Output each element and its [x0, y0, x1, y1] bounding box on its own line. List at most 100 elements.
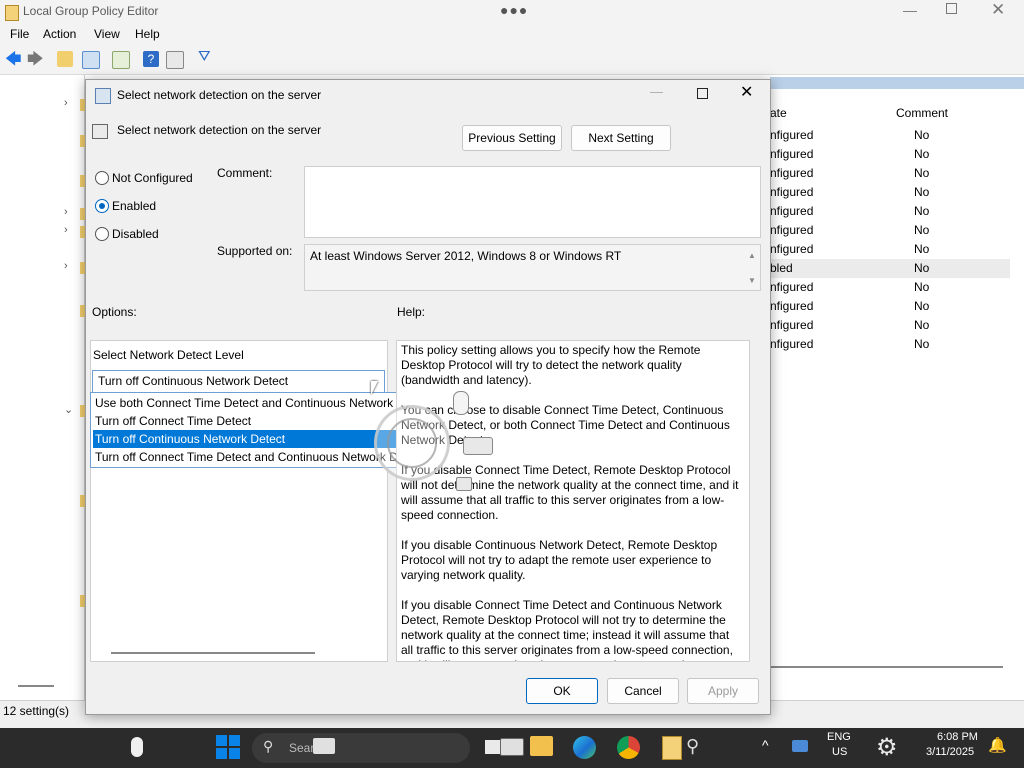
cancel-button[interactable]: Cancel — [607, 678, 679, 704]
table-row[interactable]: bled No — [770, 259, 1010, 278]
dialog-close-button[interactable]: ✕ — [740, 82, 753, 102]
table-row[interactable]: nfigured No — [770, 278, 1010, 297]
file-explorer-icon[interactable] — [530, 736, 553, 756]
table-row[interactable]: nfigured No — [770, 221, 1010, 240]
scroll-up-icon[interactable]: ▲ — [748, 251, 758, 260]
detect-level-label: Select Network Detect Level — [93, 348, 244, 362]
start-button[interactable] — [216, 735, 240, 759]
toolbar: 🡄 🡆 ? ⛛ — [0, 44, 1024, 75]
tree-pane: › › › › ⌄ — [0, 75, 86, 700]
table-row[interactable]: nfigured No — [770, 316, 1010, 335]
row-state: nfigured — [770, 337, 814, 351]
radio-disabled[interactable] — [95, 227, 109, 241]
tree-expand-icon[interactable]: › — [64, 97, 68, 109]
app-title: Local Group Policy Editor — [23, 4, 159, 18]
clock-date[interactable]: 3/11/2025 — [926, 746, 974, 758]
apply-button[interactable]: Apply — [687, 678, 759, 704]
dialog-title: Select network detection on the server — [117, 88, 322, 102]
help-icon[interactable]: ? — [143, 51, 159, 67]
minimize-button[interactable]: — — [903, 2, 917, 18]
more-icon[interactable]: ●●● — [500, 2, 528, 18]
supported-label: Supported on: — [217, 244, 293, 258]
up-folder-icon[interactable] — [57, 51, 73, 67]
edge-icon[interactable] — [573, 736, 596, 759]
dialog-minimize-button[interactable]: — — [650, 84, 663, 99]
scroll-down-icon[interactable]: ▼ — [748, 276, 758, 285]
column-header-comment[interactable]: Comment — [896, 106, 948, 120]
export-icon[interactable] — [112, 51, 130, 69]
notification-bell-icon[interactable]: 🔔 — [988, 736, 1007, 754]
show-tree-icon[interactable] — [82, 51, 100, 69]
policy-dialog: Select network detection on the server —… — [85, 79, 771, 715]
task-view-overlay-icon — [500, 738, 524, 756]
mouse-icon — [453, 391, 469, 415]
next-setting-button[interactable]: Next Setting — [571, 125, 671, 151]
table-row[interactable]: nfigured No — [770, 240, 1010, 259]
detect-level-dropdown[interactable]: Turn off Continuous Network Detect — [92, 370, 385, 394]
tree-expand-icon[interactable]: › — [64, 206, 68, 218]
row-comment: No — [914, 185, 930, 199]
language-region[interactable]: US — [832, 746, 847, 758]
menu-view[interactable]: View — [94, 27, 120, 41]
keyboard-icon — [463, 437, 493, 455]
help-paragraph: If you disable Connect Time Detect, Remo… — [401, 463, 739, 522]
row-comment: No — [914, 318, 930, 332]
properties-icon[interactable] — [166, 51, 184, 69]
table-row[interactable]: nfigured No — [770, 297, 1010, 316]
table-row[interactable]: nfigured No — [770, 145, 1010, 164]
menu-help[interactable]: Help — [135, 27, 160, 41]
chrome-icon[interactable] — [617, 736, 640, 759]
tree-expand-icon[interactable]: › — [64, 224, 68, 236]
list-hscrollbar[interactable] — [770, 666, 1003, 668]
row-state: nfigured — [770, 242, 814, 256]
comment-label: Comment: — [217, 166, 273, 180]
comment-field[interactable] — [304, 166, 761, 238]
settings-gear-icon[interactable]: ⚙ — [876, 733, 898, 762]
table-row[interactable]: nfigured No — [770, 335, 1010, 354]
tree-collapse-icon[interactable]: ⌄ — [64, 403, 73, 416]
clock-time[interactable]: 6:08 PM — [937, 731, 978, 743]
radio-not-configured-label[interactable]: Not Configured — [112, 171, 193, 185]
close-button[interactable]: ✕ — [991, 0, 1005, 20]
previous-setting-button[interactable]: Previous Setting — [462, 125, 562, 151]
table-row[interactable]: nfigured No — [770, 126, 1010, 145]
options-label: Options: — [92, 305, 137, 319]
maximize-button[interactable] — [946, 3, 957, 14]
row-state: nfigured — [770, 128, 814, 142]
help-panel: This policy setting allows you to specif… — [396, 340, 750, 662]
title-bar: Local Group Policy Editor ●●● — ✕ — [0, 0, 1024, 24]
taskbar: ⚲ Search ⚲ ^ ENG US ⚙ 6:08 PM 3/11/2025 … — [0, 728, 1024, 768]
radio-enabled-label[interactable]: Enabled — [112, 199, 156, 213]
menu-file[interactable]: File — [10, 27, 29, 41]
forward-arrow-icon[interactable]: 🡆 — [27, 48, 44, 68]
column-header-state[interactable]: ate — [770, 106, 787, 120]
language-code[interactable]: ENG — [827, 731, 851, 743]
radio-disabled-label[interactable]: Disabled — [112, 227, 159, 241]
help-label: Help: — [397, 305, 426, 319]
dialog-maximize-button[interactable] — [697, 88, 708, 99]
touch-mouse-icon[interactable] — [131, 737, 143, 757]
table-row[interactable]: nfigured No — [770, 164, 1010, 183]
row-state: nfigured — [770, 318, 814, 332]
back-arrow-icon[interactable]: 🡄 — [5, 48, 22, 68]
row-comment: No — [914, 280, 930, 294]
radio-enabled[interactable] — [95, 199, 109, 213]
table-row[interactable]: nfigured No — [770, 202, 1010, 221]
table-row[interactable]: nfigured No — [770, 183, 1010, 202]
row-comment: No — [914, 128, 930, 142]
options-hscrollbar[interactable] — [111, 652, 315, 654]
show-hidden-icons[interactable]: ^ — [762, 737, 769, 753]
tree-expand-icon[interactable]: › — [64, 260, 68, 272]
taskbar-search[interactable]: ⚲ Search — [252, 733, 470, 763]
network-tray-icon[interactable] — [792, 740, 808, 752]
row-comment: No — [914, 261, 930, 275]
policy-editor-task-icon[interactable] — [662, 736, 682, 760]
menu-bar: File Action View Help — [0, 24, 1024, 44]
menu-action[interactable]: Action — [43, 27, 76, 41]
touch-ring-inner-icon — [387, 418, 437, 468]
filter-icon[interactable]: ⛛ — [198, 48, 214, 65]
tree-hscrollbar[interactable] — [18, 685, 54, 687]
radio-not-configured[interactable] — [95, 171, 109, 185]
ok-button[interactable]: OK — [526, 678, 598, 704]
keyboard-overlay-icon — [313, 738, 335, 754]
